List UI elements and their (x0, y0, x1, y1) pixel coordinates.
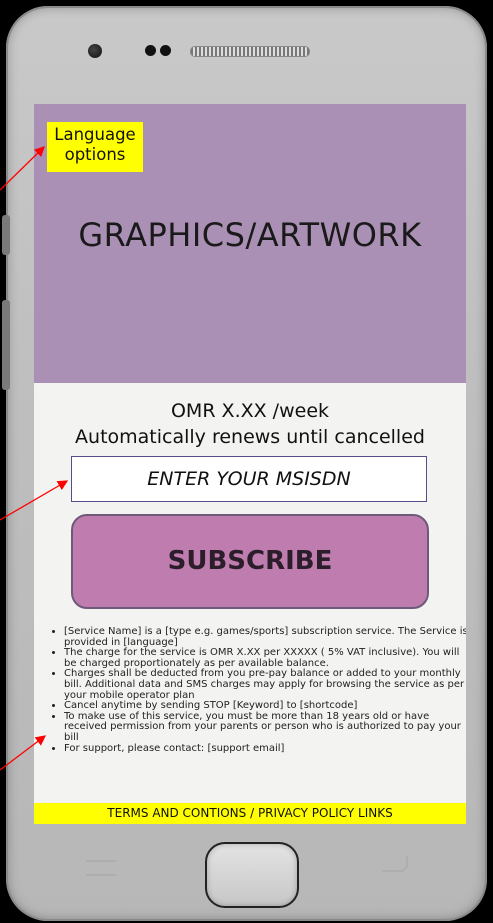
screen: Language options GRAPHICS/ARTWORK OMR X.… (34, 104, 466, 824)
artwork-banner: Language options GRAPHICS/ARTWORK (34, 104, 466, 383)
language-options-button[interactable]: Language options (47, 122, 143, 172)
back-icon[interactable] (382, 856, 408, 872)
volume-button (2, 215, 10, 255)
home-button[interactable] (205, 842, 299, 908)
subscribe-button[interactable]: SUBSCRIBE (71, 514, 429, 609)
sensor-icon (88, 44, 102, 58)
phone-frame: Language options GRAPHICS/ARTWORK OMR X.… (0, 0, 493, 923)
list-item: [Service Name] is a [type e.g. games/spo… (64, 626, 466, 648)
renewal-text: Automatically renews until cancelled (75, 426, 425, 448)
side-button (2, 300, 10, 390)
camera-icon (160, 45, 171, 56)
menu-icon[interactable] (86, 860, 116, 876)
price-text: OMR X.XX /week (170, 400, 330, 422)
camera-icon (145, 45, 156, 56)
language-options-label: Language options (54, 125, 136, 164)
terms-privacy-links[interactable]: TERMS AND CONTIONS / PRIVACY POLICY LINK… (34, 803, 466, 824)
list-item: The charge for the service is OMR X.XX p… (64, 647, 466, 669)
artwork-placeholder-text: GRAPHICS/ARTWORK (78, 216, 422, 254)
list-item: For support, please contact: [support em… (64, 743, 466, 755)
list-item: To make use of this service, you must be… (64, 711, 466, 744)
msisdn-input[interactable]: ENTER YOUR MSISDN (71, 456, 427, 502)
list-item: Charges shall be deducted from you pre-p… (64, 669, 466, 701)
terms-list: [Service Name] is a [type e.g. games/spo… (46, 626, 466, 755)
speaker-grille (190, 46, 310, 57)
